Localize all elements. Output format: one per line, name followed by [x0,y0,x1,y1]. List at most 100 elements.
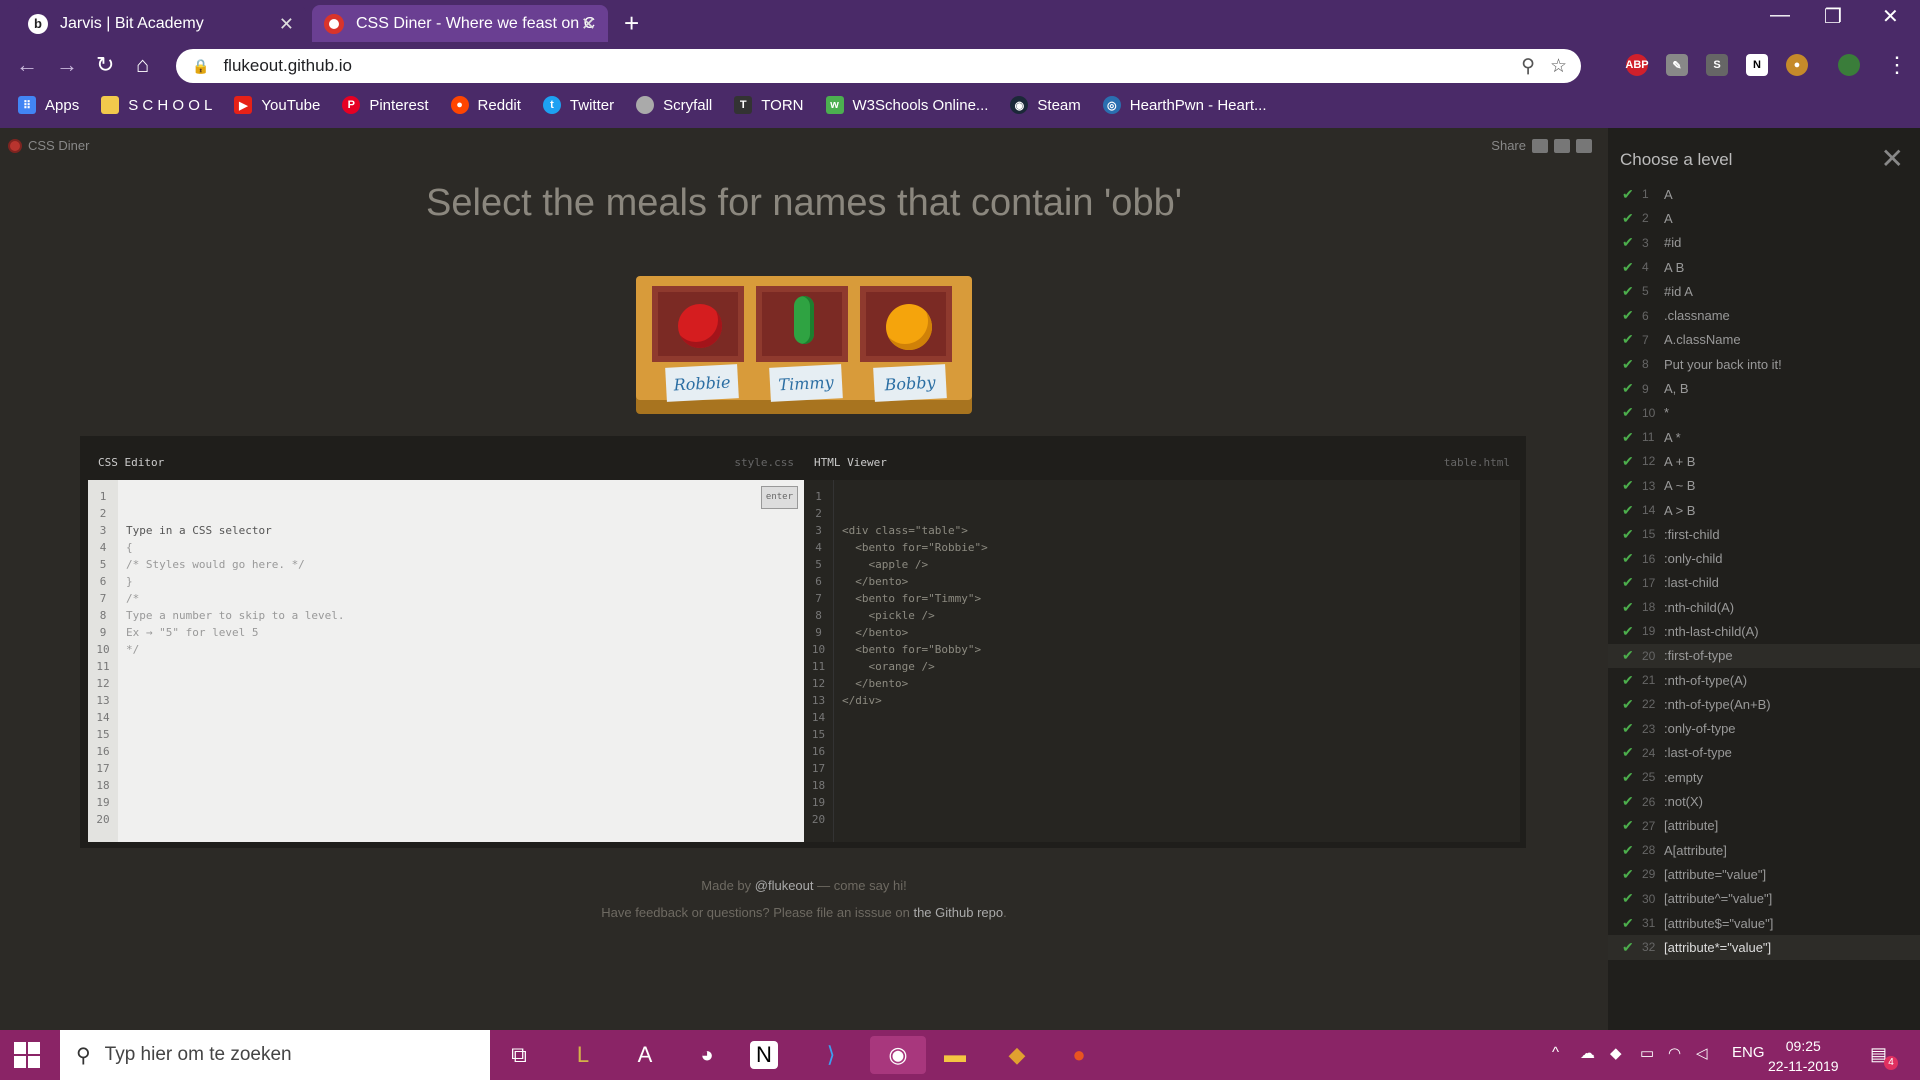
level-item[interactable]: ✔ 9 A, B [1608,376,1920,400]
window-close-icon[interactable]: ✕ [1882,4,1899,29]
adobe-app-icon[interactable]: A [626,1036,664,1074]
bookmark-reddit[interactable]: ● Reddit [450,96,521,114]
twitter-share-icon[interactable] [1576,138,1592,153]
level-item[interactable]: ✔ 6 .classname [1608,303,1920,327]
level-item[interactable]: ✔ 5 #id A [1608,279,1920,303]
level-item[interactable]: ✔ 1 A [1608,182,1920,206]
level-item[interactable]: ✔ 26:not(X) [1608,789,1920,813]
taskbar-search[interactable]: ⚲ Typ hier om te zoeken [60,1030,490,1080]
bento-bobby[interactable] [860,286,952,362]
bookmark-hearthpwn[interactable]: ◎ HearthPwn - Heart... [1102,96,1267,114]
home-icon[interactable]: ⌂ [136,52,149,78]
bookmark-pinterest[interactable]: P Pinterest [342,96,429,114]
level-item[interactable]: ✔ 25:empty [1608,765,1920,789]
chrome-icon[interactable]: ◉ [870,1036,926,1074]
close-tab-icon[interactable]: ✕ [279,14,294,35]
level-item[interactable]: ✔ 15:first-child [1608,522,1920,546]
email-icon[interactable] [1532,138,1548,153]
level-item[interactable]: ✔ 23:only-of-type [1608,717,1920,741]
volume-icon[interactable]: ◁ [1696,1044,1708,1062]
level-item[interactable]: ✔ 16:only-child [1608,546,1920,570]
level-item[interactable]: ✔ 32 [attribute*="value"] [1608,935,1920,960]
level-item[interactable]: ✔ 19:nth-last-child(A) [1608,619,1920,643]
bento-timmy[interactable] [756,286,848,362]
back-icon[interactable]: ← [16,52,38,78]
bookmark-scryfall[interactable]: Scryfall [636,96,712,114]
level-item[interactable]: ✔ 17:last-child [1608,571,1920,595]
bookmark-star-icon[interactable]: ☆ [1550,55,1567,78]
level-item[interactable]: ✔ 14 A > B [1608,498,1920,522]
minimize-icon[interactable]: — [1770,4,1790,27]
bookmark-school[interactable]: S C H O O L [101,96,212,114]
level-item[interactable]: ✔ 22:nth-of-type(An+B) [1608,692,1920,716]
level-item[interactable]: ✔ 30 [attribute^="value"] [1608,887,1920,911]
level-item[interactable]: ✔ 24:last-of-type [1608,741,1920,765]
tray-chevron-icon[interactable]: ^ [1552,1044,1559,1061]
bento-robbie[interactable] [652,286,744,362]
adblock-plus-icon[interactable]: ABP [1625,54,1649,76]
wifi-icon[interactable]: ◠ [1668,1044,1681,1062]
level-item[interactable]: ✔ 18:nth-child(A) [1608,595,1920,619]
language-indicator[interactable]: ENG [1732,1044,1765,1061]
level-item[interactable]: ✔ 10 * [1608,401,1920,425]
zoom-icon[interactable]: ⚲ [1521,55,1535,78]
extension-icon[interactable]: ✎ [1666,54,1688,76]
css-input[interactable]: Type in a CSS selector{/* Styles would g… [118,480,804,842]
close-icon[interactable]: ✕ [1881,142,1904,175]
level-item[interactable]: ✔ 27 [attribute] [1608,814,1920,838]
flukeout-link[interactable]: @flukeout [755,878,814,893]
level-item[interactable]: ✔ 2 A [1608,206,1920,230]
menu-icon[interactable]: ⋮ [1886,52,1908,78]
bookmark-steam[interactable]: ◉ Steam [1010,96,1081,114]
bookmark-apps[interactable]: ⠿ Apps [18,96,79,114]
tab-css-diner[interactable]: CSS Diner - Where we feast on C ✕ [312,5,608,42]
css-diner-logo[interactable]: CSS Diner [8,138,89,153]
restore-icon[interactable]: ❐ [1824,4,1842,29]
profile-avatar[interactable] [1838,54,1860,76]
orange-icon[interactable] [886,304,932,350]
facebook-icon[interactable] [1554,138,1570,153]
battery-icon[interactable]: ▭ [1640,1044,1654,1062]
stylus-icon[interactable]: S [1706,54,1728,76]
tray-app-icon[interactable]: ◆ [1610,1044,1622,1062]
level-item[interactable]: ✔ 7 A.className [1608,328,1920,352]
task-view-icon[interactable]: ⧉ [500,1036,538,1074]
level-item[interactable]: ✔ 21:nth-of-type(A) [1608,668,1920,692]
clock[interactable]: 09:25 22-11-2019 [1768,1036,1839,1076]
level-item[interactable]: ✔ 31 [attribute$="value"] [1608,911,1920,935]
onedrive-icon[interactable]: ☁ [1580,1044,1595,1062]
new-tab-icon[interactable]: + [624,8,639,39]
cookie-icon[interactable]: ● [1786,54,1808,76]
apple-icon[interactable] [678,304,722,348]
close-tab-icon[interactable]: ✕ [581,14,596,35]
ubuntu-icon[interactable]: ● [1060,1036,1098,1074]
bookmark-youtube[interactable]: ▶ YouTube [234,96,320,114]
windows-start-icon[interactable] [14,1042,40,1068]
enter-button[interactable]: enter [760,486,798,509]
bookmark-twitter[interactable]: t Twitter [542,96,614,114]
level-item[interactable]: ✔ 12 A + B [1608,449,1920,473]
file-explorer-icon[interactable]: ▬ [936,1036,974,1074]
notion-extension-icon[interactable]: N [1746,54,1768,76]
address-bar[interactable]: 🔒 flukeout.github.io ⚲ ☆ [176,49,1581,83]
reload-icon[interactable]: ↻ [96,52,114,78]
vscode-icon[interactable]: ⟩ [812,1036,850,1074]
gitkraken-icon[interactable]: ◆ [998,1036,1036,1074]
level-item[interactable]: ✔ 29 [attribute="value"] [1608,862,1920,886]
notion-icon[interactable]: N [750,1041,778,1069]
level-item[interactable]: ✔ 20:first-of-type [1608,643,1920,668]
level-item[interactable]: ✔ 11 A * [1608,425,1920,449]
level-item[interactable]: ✔ 3 #id [1608,231,1920,255]
level-item[interactable]: ✔ 13 A ~ B [1608,474,1920,498]
forward-icon[interactable]: → [56,52,78,78]
discord-icon[interactable]: ◕ [688,1036,726,1074]
bookmark-torn[interactable]: T TORN [734,96,804,114]
level-item[interactable]: ✔ 8 Put your back into it! [1608,352,1920,376]
pickle-icon[interactable] [794,296,814,344]
tab-jarvis[interactable]: b Jarvis | Bit Academy ✕ [16,5,306,42]
league-of-legends-icon[interactable]: L [564,1036,602,1074]
github-repo-link[interactable]: the Github repo [913,905,1003,920]
level-item[interactable]: ✔ 4 A B [1608,255,1920,279]
bookmark-w3schools[interactable]: w W3Schools Online... [825,96,988,114]
level-item[interactable]: ✔ 28 A[attribute] [1608,838,1920,862]
